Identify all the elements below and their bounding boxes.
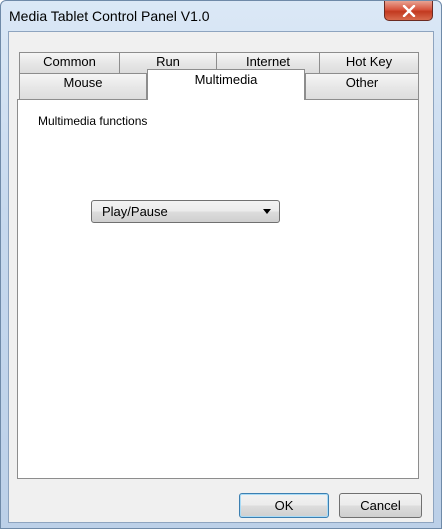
multimedia-functions-label: Multimedia functions xyxy=(38,114,148,128)
tab-panel: Multimedia functions Play/Pause xyxy=(17,99,419,479)
window-title: Media Tablet Control Panel V1.0 xyxy=(9,8,210,24)
tab-hot-key[interactable]: Hot Key xyxy=(319,52,419,73)
cancel-button[interactable]: Cancel xyxy=(339,493,422,518)
tab-common[interactable]: Common xyxy=(19,52,120,73)
ok-button[interactable]: OK xyxy=(239,493,329,518)
tab-label: Internet xyxy=(245,54,291,69)
tab-label: Common xyxy=(43,54,96,69)
close-icon xyxy=(402,4,415,17)
tab-mouse[interactable]: Mouse xyxy=(19,73,147,100)
multimedia-function-select[interactable]: Play/Pause xyxy=(91,200,280,223)
cancel-label: Cancel xyxy=(360,498,401,513)
select-value: Play/Pause xyxy=(102,204,168,219)
tab-other[interactable]: Other xyxy=(305,73,419,100)
close-button[interactable] xyxy=(384,1,433,21)
tab-label: Run xyxy=(156,54,180,69)
ok-label: OK xyxy=(274,498,294,513)
tab-label: Multimedia xyxy=(194,72,258,87)
tab-multimedia[interactable]: Multimedia xyxy=(147,69,305,100)
dropdown-arrow-icon xyxy=(263,209,271,214)
title-bar[interactable]: Media Tablet Control Panel V1.0 xyxy=(1,1,441,31)
tab-label: Hot Key xyxy=(345,54,393,69)
app-window: Media Tablet Control Panel V1.0 Common R… xyxy=(0,0,442,529)
dialog-body: Common Run Internet Hot Key Mouse Multim… xyxy=(8,31,434,523)
tab-label: Other xyxy=(345,75,379,90)
tab-label: Mouse xyxy=(63,75,103,90)
